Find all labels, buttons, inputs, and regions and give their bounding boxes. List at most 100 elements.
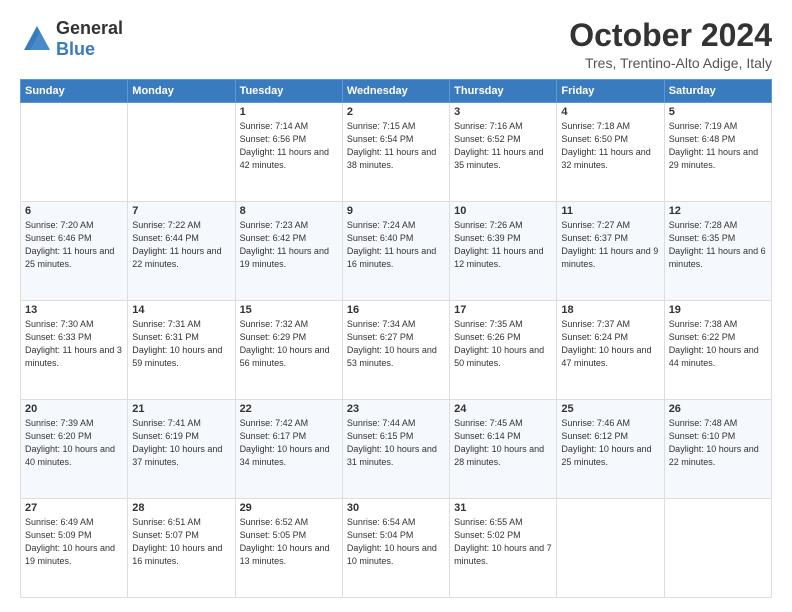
table-row: 15 Sunrise: 7:32 AMSunset: 6:29 PMDaylig… <box>235 301 342 400</box>
col-sunday: Sunday <box>21 80 128 103</box>
day-info: Sunrise: 7:48 AMSunset: 6:10 PMDaylight:… <box>669 418 759 467</box>
day-info: Sunrise: 7:28 AMSunset: 6:35 PMDaylight:… <box>669 220 766 269</box>
day-number: 10 <box>454 205 552 217</box>
day-number: 5 <box>669 106 767 118</box>
table-row: 11 Sunrise: 7:27 AMSunset: 6:37 PMDaylig… <box>557 202 664 301</box>
day-info: Sunrise: 6:52 AMSunset: 5:05 PMDaylight:… <box>240 517 330 566</box>
day-info: Sunrise: 7:15 AMSunset: 6:54 PMDaylight:… <box>347 121 436 170</box>
day-number: 20 <box>25 403 123 415</box>
col-wednesday: Wednesday <box>342 80 449 103</box>
day-info: Sunrise: 7:27 AMSunset: 6:37 PMDaylight:… <box>561 220 658 269</box>
table-row <box>557 499 664 598</box>
calendar-week-row: 6 Sunrise: 7:20 AMSunset: 6:46 PMDayligh… <box>21 202 772 301</box>
table-row <box>21 103 128 202</box>
day-info: Sunrise: 7:24 AMSunset: 6:40 PMDaylight:… <box>347 220 436 269</box>
day-info: Sunrise: 7:22 AMSunset: 6:44 PMDaylight:… <box>132 220 221 269</box>
day-number: 22 <box>240 403 338 415</box>
day-number: 13 <box>25 304 123 316</box>
day-info: Sunrise: 6:55 AMSunset: 5:02 PMDaylight:… <box>454 517 552 566</box>
day-info: Sunrise: 7:42 AMSunset: 6:17 PMDaylight:… <box>240 418 330 467</box>
calendar-week-row: 27 Sunrise: 6:49 AMSunset: 5:09 PMDaylig… <box>21 499 772 598</box>
table-row: 29 Sunrise: 6:52 AMSunset: 5:05 PMDaylig… <box>235 499 342 598</box>
day-info: Sunrise: 7:26 AMSunset: 6:39 PMDaylight:… <box>454 220 543 269</box>
table-row: 5 Sunrise: 7:19 AMSunset: 6:48 PMDayligh… <box>664 103 771 202</box>
day-info: Sunrise: 7:18 AMSunset: 6:50 PMDaylight:… <box>561 121 650 170</box>
title-block: October 2024 Tres, Trentino-Alto Adige, … <box>569 18 772 71</box>
calendar-table: Sunday Monday Tuesday Wednesday Thursday… <box>20 79 772 598</box>
table-row: 9 Sunrise: 7:24 AMSunset: 6:40 PMDayligh… <box>342 202 449 301</box>
col-friday: Friday <box>557 80 664 103</box>
calendar-week-row: 20 Sunrise: 7:39 AMSunset: 6:20 PMDaylig… <box>21 400 772 499</box>
calendar-week-row: 1 Sunrise: 7:14 AMSunset: 6:56 PMDayligh… <box>21 103 772 202</box>
day-number: 14 <box>132 304 230 316</box>
location-title: Tres, Trentino-Alto Adige, Italy <box>569 55 772 71</box>
day-number: 27 <box>25 502 123 514</box>
day-info: Sunrise: 7:14 AMSunset: 6:56 PMDaylight:… <box>240 121 329 170</box>
day-info: Sunrise: 7:35 AMSunset: 6:26 PMDaylight:… <box>454 319 544 368</box>
day-number: 3 <box>454 106 552 118</box>
table-row <box>128 103 235 202</box>
day-info: Sunrise: 7:39 AMSunset: 6:20 PMDaylight:… <box>25 418 115 467</box>
day-info: Sunrise: 7:20 AMSunset: 6:46 PMDaylight:… <box>25 220 114 269</box>
table-row: 14 Sunrise: 7:31 AMSunset: 6:31 PMDaylig… <box>128 301 235 400</box>
calendar-header-row: Sunday Monday Tuesday Wednesday Thursday… <box>21 80 772 103</box>
day-number: 19 <box>669 304 767 316</box>
day-number: 6 <box>25 205 123 217</box>
table-row: 12 Sunrise: 7:28 AMSunset: 6:35 PMDaylig… <box>664 202 771 301</box>
day-number: 8 <box>240 205 338 217</box>
table-row: 3 Sunrise: 7:16 AMSunset: 6:52 PMDayligh… <box>450 103 557 202</box>
day-number: 7 <box>132 205 230 217</box>
table-row: 1 Sunrise: 7:14 AMSunset: 6:56 PMDayligh… <box>235 103 342 202</box>
table-row: 10 Sunrise: 7:26 AMSunset: 6:39 PMDaylig… <box>450 202 557 301</box>
day-number: 21 <box>132 403 230 415</box>
day-number: 11 <box>561 205 659 217</box>
logo: General Blue <box>20 18 123 60</box>
day-info: Sunrise: 6:51 AMSunset: 5:07 PMDaylight:… <box>132 517 222 566</box>
table-row: 16 Sunrise: 7:34 AMSunset: 6:27 PMDaylig… <box>342 301 449 400</box>
day-number: 24 <box>454 403 552 415</box>
table-row: 4 Sunrise: 7:18 AMSunset: 6:50 PMDayligh… <box>557 103 664 202</box>
table-row: 30 Sunrise: 6:54 AMSunset: 5:04 PMDaylig… <box>342 499 449 598</box>
logo-icon <box>20 22 54 56</box>
header: General Blue October 2024 Tres, Trentino… <box>20 18 772 71</box>
table-row: 2 Sunrise: 7:15 AMSunset: 6:54 PMDayligh… <box>342 103 449 202</box>
day-number: 4 <box>561 106 659 118</box>
day-info: Sunrise: 7:37 AMSunset: 6:24 PMDaylight:… <box>561 319 651 368</box>
table-row: 24 Sunrise: 7:45 AMSunset: 6:14 PMDaylig… <box>450 400 557 499</box>
day-info: Sunrise: 7:19 AMSunset: 6:48 PMDaylight:… <box>669 121 758 170</box>
table-row: 27 Sunrise: 6:49 AMSunset: 5:09 PMDaylig… <box>21 499 128 598</box>
table-row: 28 Sunrise: 6:51 AMSunset: 5:07 PMDaylig… <box>128 499 235 598</box>
col-monday: Monday <box>128 80 235 103</box>
page: General Blue October 2024 Tres, Trentino… <box>0 0 792 612</box>
table-row: 26 Sunrise: 7:48 AMSunset: 6:10 PMDaylig… <box>664 400 771 499</box>
day-info: Sunrise: 6:49 AMSunset: 5:09 PMDaylight:… <box>25 517 115 566</box>
day-number: 23 <box>347 403 445 415</box>
day-number: 25 <box>561 403 659 415</box>
day-info: Sunrise: 7:16 AMSunset: 6:52 PMDaylight:… <box>454 121 543 170</box>
day-number: 17 <box>454 304 552 316</box>
day-info: Sunrise: 7:45 AMSunset: 6:14 PMDaylight:… <box>454 418 544 467</box>
table-row <box>664 499 771 598</box>
day-number: 9 <box>347 205 445 217</box>
day-info: Sunrise: 7:30 AMSunset: 6:33 PMDaylight:… <box>25 319 122 368</box>
day-info: Sunrise: 7:38 AMSunset: 6:22 PMDaylight:… <box>669 319 759 368</box>
table-row: 31 Sunrise: 6:55 AMSunset: 5:02 PMDaylig… <box>450 499 557 598</box>
table-row: 23 Sunrise: 7:44 AMSunset: 6:15 PMDaylig… <box>342 400 449 499</box>
col-thursday: Thursday <box>450 80 557 103</box>
day-number: 1 <box>240 106 338 118</box>
col-saturday: Saturday <box>664 80 771 103</box>
day-number: 18 <box>561 304 659 316</box>
day-number: 26 <box>669 403 767 415</box>
table-row: 19 Sunrise: 7:38 AMSunset: 6:22 PMDaylig… <box>664 301 771 400</box>
day-info: Sunrise: 7:41 AMSunset: 6:19 PMDaylight:… <box>132 418 222 467</box>
month-title: October 2024 <box>569 18 772 53</box>
day-info: Sunrise: 7:31 AMSunset: 6:31 PMDaylight:… <box>132 319 222 368</box>
table-row: 8 Sunrise: 7:23 AMSunset: 6:42 PMDayligh… <box>235 202 342 301</box>
table-row: 6 Sunrise: 7:20 AMSunset: 6:46 PMDayligh… <box>21 202 128 301</box>
table-row: 7 Sunrise: 7:22 AMSunset: 6:44 PMDayligh… <box>128 202 235 301</box>
table-row: 13 Sunrise: 7:30 AMSunset: 6:33 PMDaylig… <box>21 301 128 400</box>
day-info: Sunrise: 6:54 AMSunset: 5:04 PMDaylight:… <box>347 517 437 566</box>
logo-general: General <box>56 18 123 38</box>
day-number: 30 <box>347 502 445 514</box>
table-row: 22 Sunrise: 7:42 AMSunset: 6:17 PMDaylig… <box>235 400 342 499</box>
